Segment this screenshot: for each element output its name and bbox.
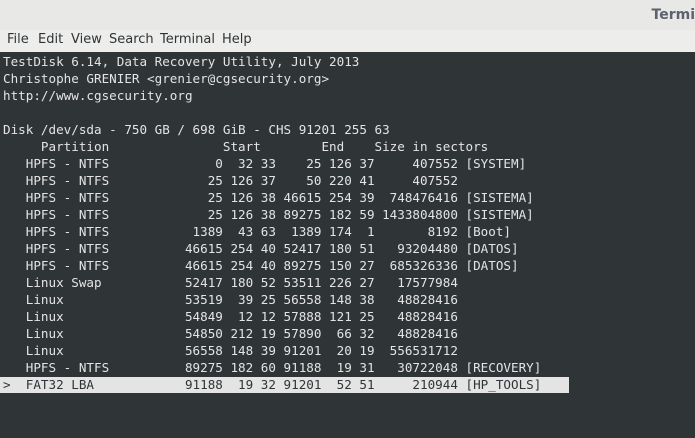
menu-bar: File Edit View Search Terminal Help <box>0 30 695 52</box>
disk-info-line: Disk /dev/sda - 750 GB / 698 GiB - CHS 9… <box>3 122 390 137</box>
partition-row[interactable]: HPFS - NTFS 46615 254 40 52417 180 51 93… <box>3 241 519 257</box>
window-title: Termi <box>651 7 695 23</box>
partition-row[interactable]: Linux 56558 148 39 91201 20 19 556531712 <box>3 343 458 359</box>
partition-table-header: Partition Start End Size in sectors <box>3 139 489 154</box>
partition-row-selected[interactable]: > FAT32 LBA 91188 19 32 91201 52 51 2109… <box>0 377 569 393</box>
partition-row[interactable]: HPFS - NTFS 0 32 33 25 126 37 407552 [SY… <box>3 156 526 172</box>
menu-edit[interactable]: Edit <box>38 32 63 47</box>
terminal-line: http://www.cgsecurity.org <box>3 88 193 103</box>
partition-row[interactable]: Linux 54849 12 12 57888 121 25 48828416 <box>3 309 458 325</box>
partition-row[interactable]: HPFS - NTFS 89275 182 60 91188 19 31 307… <box>3 360 542 376</box>
terminal-output[interactable]: TestDisk 6.14, Data Recovery Utility, Ju… <box>0 52 695 438</box>
window-titlebar: Termi <box>0 0 695 31</box>
menu-search[interactable]: Search <box>109 32 154 47</box>
partition-row[interactable]: HPFS - NTFS 25 126 37 50 220 41 407552 <box>3 173 458 189</box>
terminal-line: Christophe GRENIER <grenier@cgsecurity.o… <box>3 71 330 86</box>
partition-row[interactable]: HPFS - NTFS 46615 254 40 89275 150 27 68… <box>3 258 519 274</box>
partition-row[interactable]: Linux 54850 212 19 57890 66 32 48828416 <box>3 326 458 342</box>
menu-file[interactable]: File <box>7 32 29 47</box>
menu-view[interactable]: View <box>71 32 102 47</box>
partition-row[interactable]: Linux 53519 39 25 56558 148 38 48828416 <box>3 292 458 308</box>
partition-row[interactable]: HPFS - NTFS 25 126 38 89275 182 59 14338… <box>3 207 534 223</box>
terminal-line: TestDisk 6.14, Data Recovery Utility, Ju… <box>3 54 360 69</box>
partition-row[interactable]: HPFS - NTFS 25 126 38 46615 254 39 74847… <box>3 190 534 206</box>
partition-row[interactable]: Linux Swap 52417 180 52 53511 226 27 175… <box>3 275 458 291</box>
partition-row[interactable]: HPFS - NTFS 1389 43 63 1389 174 1 8192 [… <box>3 224 511 240</box>
menu-terminal[interactable]: Terminal <box>160 32 215 47</box>
menu-help[interactable]: Help <box>222 32 252 47</box>
